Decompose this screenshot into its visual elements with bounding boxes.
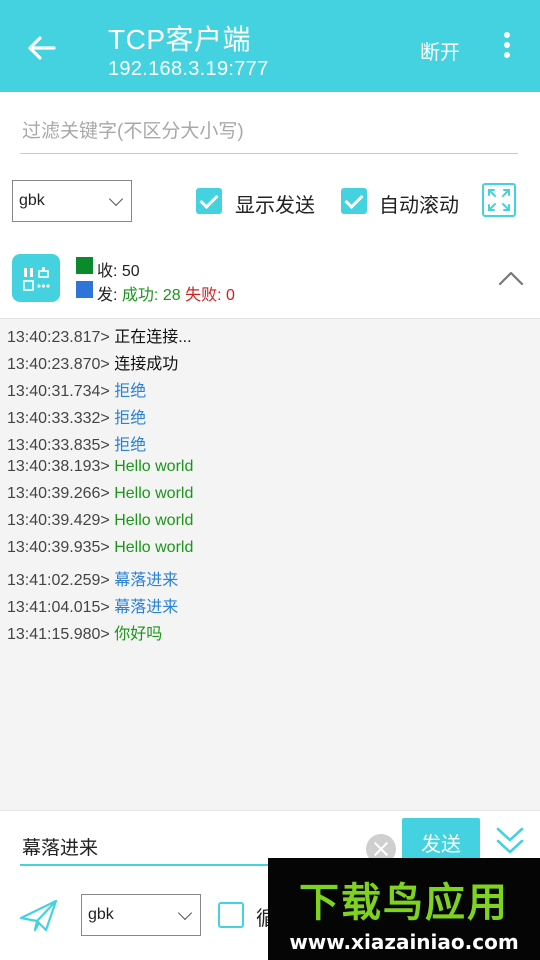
log-message: 幕落进来	[114, 572, 179, 589]
log-line: 13:41:04.015> 幕落进来	[7, 593, 178, 617]
show-send-label: 显示发送	[235, 195, 315, 217]
log-message: Hello world	[114, 485, 194, 502]
watermark-logo: 下载鸟应用 www.xiazainiao.com	[268, 858, 540, 960]
encoding-select[interactable]: gbk	[12, 180, 132, 222]
success-count: 28	[162, 287, 181, 304]
pause-clear-icon[interactable]	[12, 254, 60, 302]
log-line: 13:40:23.870> 连接成功	[7, 350, 178, 374]
log-line: 13:40:39.266> Hello world	[7, 485, 193, 503]
log-timestamp: 13:40:39.935>	[7, 539, 110, 556]
log-timestamp: 13:40:39.266>	[7, 485, 110, 502]
paper-plane-icon[interactable]	[18, 896, 60, 936]
log-timestamp: 13:40:38.193>	[7, 458, 110, 475]
log-line: 13:40:38.193> Hello world	[7, 458, 193, 476]
log-line: 13:40:33.835> 拒绝	[7, 431, 146, 455]
recv-legend-square	[76, 257, 93, 274]
send-stat: 发: 成功: 28 失败: 0	[97, 281, 235, 305]
auto-scroll-label: 自动滚动	[379, 195, 459, 217]
watermark-brand: 下载鸟应用	[299, 880, 509, 926]
log-line: 13:41:02.259> 幕落进来	[7, 566, 178, 590]
log-message: Hello world	[114, 458, 194, 475]
send-legend-square	[76, 281, 93, 298]
log-message: 拒绝	[114, 410, 147, 427]
log-line: 13:40:33.332> 拒绝	[7, 404, 146, 428]
log-timestamp: 13:40:23.817>	[7, 329, 110, 346]
chevron-down-icon	[108, 191, 124, 207]
log-timestamp: 13:40:33.332>	[7, 410, 110, 427]
log-message: 拒绝	[114, 383, 147, 400]
log-message: 你好吗	[114, 626, 163, 643]
log-timestamp: 13:40:23.870>	[7, 356, 110, 373]
filter-input[interactable]	[20, 106, 518, 154]
watermark-url: www.xiazainiao.com	[289, 930, 519, 954]
log-line: 13:40:39.935> Hello world	[7, 539, 193, 557]
log-message: 连接成功	[114, 356, 179, 373]
log-message: 正在连接...	[114, 329, 192, 346]
disconnect-button[interactable]: 断开	[420, 36, 460, 65]
fail-count: 0	[225, 287, 235, 304]
double-chevron-down-icon[interactable]	[494, 824, 526, 858]
stats-bar: 收: 50 发: 成功: 28 失败: 0	[0, 246, 540, 318]
fullscreen-icon[interactable]	[482, 183, 516, 217]
recv-stat: 收: 50	[97, 257, 140, 281]
send-encoding-select[interactable]: gbk	[81, 894, 201, 936]
log-line: 13:40:39.429> Hello world	[7, 512, 193, 530]
back-arrow-icon[interactable]	[24, 30, 60, 66]
recv-label: 收:	[97, 263, 118, 280]
log-message: Hello world	[114, 512, 194, 529]
log-line: 13:40:23.817> 正在连接...	[7, 323, 192, 347]
send-encoding-value: gbk	[88, 906, 114, 923]
log-timestamp: 13:40:33.835>	[7, 437, 110, 454]
log-message: 幕落进来	[114, 599, 179, 616]
log-message: Hello world	[114, 539, 194, 556]
message-log[interactable]: 13:40:23.817> 正在连接... 13:40:23.870> 连接成功 1…	[0, 318, 540, 810]
fail-label: 失败:	[185, 287, 222, 304]
log-line: 13:40:31.734> 拒绝	[7, 377, 146, 401]
loop-send-checkbox[interactable]	[218, 902, 244, 928]
success-label: 成功:	[121, 287, 159, 304]
chevron-down-icon	[177, 905, 193, 921]
log-timestamp: 13:40:31.734>	[7, 383, 110, 400]
app-bar: TCP客户端 192.168.3.19:777 断开	[0, 0, 540, 92]
page-title: TCP客户端	[108, 24, 252, 55]
chevron-up-icon[interactable]	[498, 270, 524, 286]
log-message: 拒绝	[114, 437, 147, 454]
log-line: 13:41:15.980> 你好吗	[7, 620, 162, 644]
server-address: 192.168.3.19:777	[108, 58, 269, 80]
log-timestamp: 13:41:02.259>	[7, 572, 110, 589]
log-timestamp: 13:41:15.980>	[7, 626, 110, 643]
auto-scroll-checkbox[interactable]	[341, 188, 367, 214]
encoding-select-value: gbk	[19, 192, 45, 209]
send-label: 发:	[97, 287, 118, 304]
log-timestamp: 13:41:04.015>	[7, 599, 110, 616]
more-options-icon[interactable]	[496, 32, 518, 64]
log-timestamp: 13:40:39.429>	[7, 512, 110, 529]
show-send-checkbox[interactable]	[196, 188, 222, 214]
recv-count: 50	[121, 263, 140, 280]
